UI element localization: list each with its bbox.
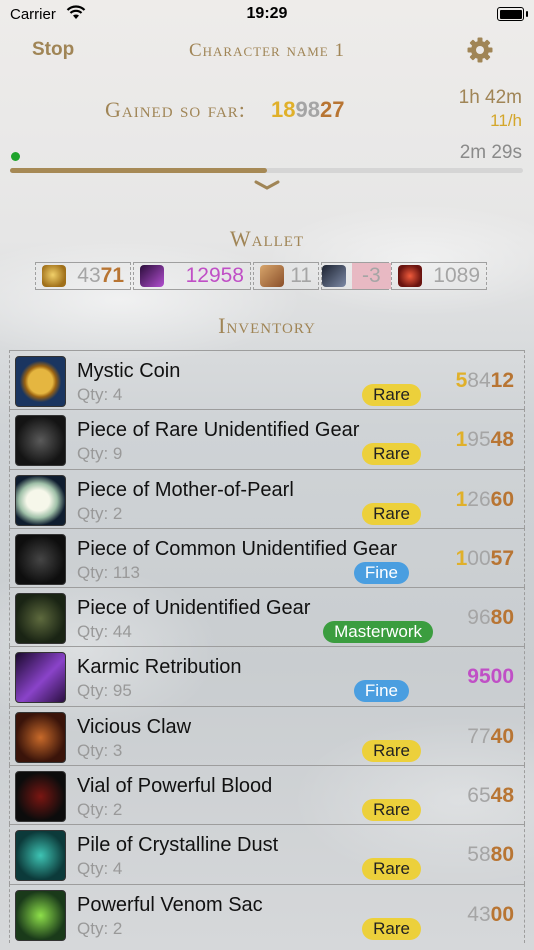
inventory-row[interactable]: Vicious Claw Qty: 3 Rare 7740 — [9, 705, 525, 766]
wallet-currency: 1089 — [391, 262, 487, 290]
inventory-row[interactable]: Vial of Powerful Blood Qty: 2 Rare 6548 — [9, 765, 525, 825]
item-price: 9500 — [467, 665, 514, 689]
mystic-coin-icon — [15, 356, 66, 407]
item-price: 58412 — [455, 369, 514, 392]
item-name: Piece of Mother-of-Pearl — [77, 478, 294, 501]
status-bar: Carrier 19:29 — [0, 0, 534, 28]
dust-icon — [15, 830, 66, 882]
rate-per-hour: 11/h — [490, 111, 522, 130]
gem-icon — [398, 265, 422, 287]
item-name: Powerful Venom Sac — [77, 893, 263, 916]
inventory-list: Mystic Coin Qty: 4 Rare 58412 Piece of Rare … — [9, 350, 525, 943]
inventory-row[interactable]: Pile of Crystalline Dust Qty: 4 Rare 5880 — [9, 824, 525, 884]
rarity-badge: Masterwork — [323, 621, 433, 644]
coin-icon — [42, 265, 66, 287]
gained-amount: 189827 — [271, 97, 344, 123]
spirit-shard-icon — [322, 265, 346, 287]
rarity-badge: Rare — [362, 443, 421, 466]
item-name: Piece of Rare Unidentified Gear — [77, 419, 360, 442]
wallet-currency: 4371 — [35, 262, 131, 290]
item-price: 5880 — [467, 843, 514, 867]
currency-amount: 11 — [290, 264, 312, 287]
item-quantity: Qty: 2 — [77, 918, 123, 938]
rarity-badge: Fine — [353, 561, 409, 584]
status-dot — [11, 152, 20, 161]
item-name: Karmic Retribution — [77, 656, 242, 679]
inventory-row[interactable]: Karmic Retribution Qty: 95 Fine 9500 — [9, 646, 525, 706]
item-name: Vial of Powerful Blood — [77, 775, 273, 798]
item-name: Pile of Crystalline Dust — [77, 834, 279, 857]
inventory-row[interactable]: Mystic Coin Qty: 4 Rare 58412 — [9, 350, 525, 410]
battery-icon — [497, 7, 528, 21]
rarity-badge: Rare — [362, 384, 421, 406]
item-quantity: Qty: 3 — [77, 740, 123, 760]
gained-label: Gained so far: — [105, 97, 246, 122]
inventory-row[interactable]: Piece of Rare Unidentified Gear Qty: 9 Rar… — [9, 409, 525, 469]
rarity-badge: Rare — [362, 917, 421, 940]
wallet-currency: -3 — [321, 262, 391, 290]
item-price: 7740 — [467, 724, 514, 748]
karma-icon — [140, 265, 164, 287]
wallet-bar: 4371 12958 11 -3 1089 — [35, 262, 499, 292]
currency-amount: -3 — [352, 263, 391, 289]
item-price: 12660 — [455, 487, 514, 511]
copper-amount: 27 — [319, 97, 345, 122]
item-quantity: Qty: 2 — [77, 503, 123, 523]
rarity-badge: Rare — [362, 502, 421, 525]
silver-amount: 98 — [295, 97, 320, 122]
rare-gear-icon — [15, 415, 66, 467]
item-quantity: Qty: 4 — [77, 385, 123, 404]
inventory-row[interactable]: Piece of Unidentified Gear Qty: 44 Masterw… — [9, 587, 525, 647]
rarity-badge: Rare — [362, 739, 421, 762]
countdown-timer: 2m 29s — [459, 142, 522, 163]
clock: 19:29 — [246, 5, 288, 22]
wallet-heading: Wallet — [229, 226, 305, 251]
item-quantity: Qty: 44 — [77, 622, 132, 642]
progress-fill — [10, 168, 267, 173]
progress-bar — [10, 168, 523, 173]
claw-icon — [15, 711, 66, 763]
currency-amount: 4371 — [77, 264, 124, 287]
item-price: 19548 — [455, 428, 514, 452]
inventory-heading: Inventory — [218, 313, 316, 338]
laurel-icon — [260, 265, 284, 287]
elapsed-time: 1h 42m — [458, 87, 522, 108]
item-price: 4300 — [467, 902, 514, 926]
currency-amount: 12958 — [185, 264, 244, 287]
item-name: Vicious Claw — [77, 715, 192, 738]
inventory-row[interactable]: Piece of Common Unidentified Gear Qty: 11… — [9, 527, 525, 588]
item-quantity: Qty: 9 — [77, 444, 123, 464]
item-quantity: Qty: 113 — [77, 562, 140, 582]
item-price: 6548 — [467, 784, 514, 808]
item-name: Mystic Coin — [77, 360, 181, 382]
wallet-currency: 12958 — [133, 262, 251, 290]
chevron-down-icon[interactable] — [0, 178, 534, 196]
venom-sac-icon — [15, 889, 66, 941]
inventory-row[interactable]: Piece of Mother-of-Pearl Qty: 2 Rare 12660 — [9, 468, 525, 528]
wallet-currency: 11 — [253, 262, 319, 290]
rarity-badge: Fine — [353, 680, 409, 703]
gear-icon[interactable] — [466, 36, 494, 69]
item-quantity: Qty: 2 — [77, 800, 123, 820]
gear-bag-icon — [15, 593, 66, 645]
item-price: 9680 — [467, 606, 514, 630]
blood-vial-icon — [15, 771, 66, 823]
character-name-title: Character name 1 — [188, 40, 345, 61]
item-quantity: Qty: 95 — [77, 681, 132, 701]
rarity-badge: Rare — [362, 799, 421, 822]
pearl-icon — [15, 474, 66, 526]
item-name: Piece of Common Unidentified Gear — [77, 537, 398, 560]
rarity-badge: Rare — [362, 858, 421, 881]
inventory-row[interactable]: Powerful Venom Sac Qty: 2 Rare 4300 — [9, 883, 525, 943]
item-quantity: Qty: 4 — [77, 859, 123, 879]
gold-amount: 18 — [271, 97, 296, 122]
item-price: 10057 — [455, 546, 514, 570]
currency-amount: 1089 — [433, 264, 480, 287]
karmic-icon — [15, 652, 66, 704]
common-gear-icon — [15, 533, 66, 585]
item-name: Piece of Unidentified Gear — [77, 597, 311, 620]
